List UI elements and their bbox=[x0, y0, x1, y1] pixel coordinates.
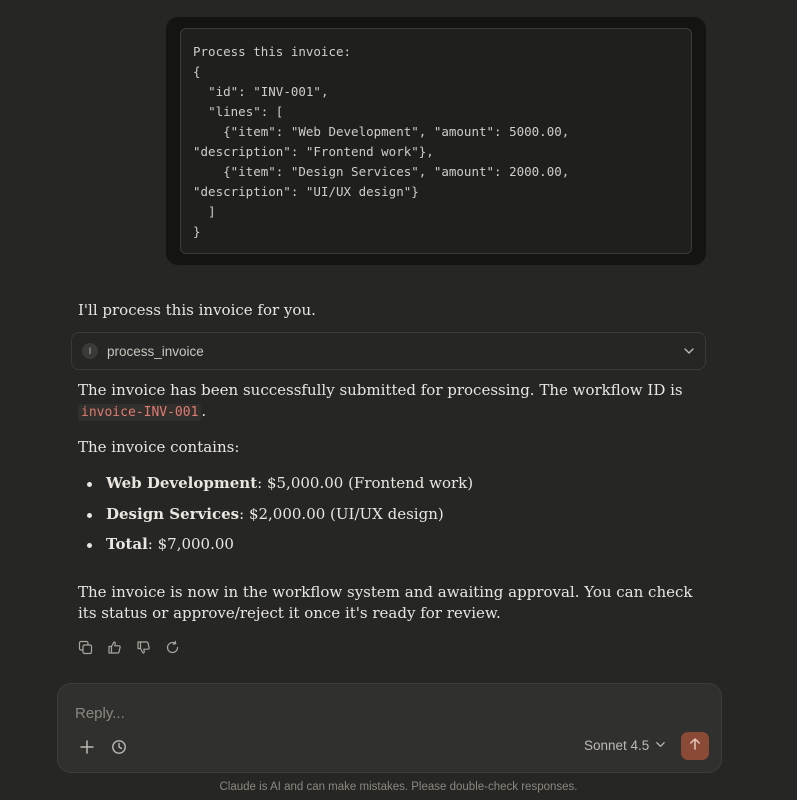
retry-icon[interactable] bbox=[164, 639, 180, 655]
invoice-line-list: Web Development: $5,000.00 (Frontend wor… bbox=[86, 474, 474, 566]
disclaimer-text: Claude is AI and can make mistakes. Plea… bbox=[219, 781, 578, 793]
list-item-text: : $5,000.00 (Frontend work) bbox=[257, 474, 474, 492]
tool-call-process-invoice[interactable]: I process_invoice bbox=[71, 332, 706, 370]
list-item-label: Web Development bbox=[106, 474, 258, 492]
history-icon[interactable] bbox=[110, 738, 128, 756]
thumbs-down-icon[interactable] bbox=[135, 639, 151, 655]
user-message-code: Process this invoice: { "id": "INV-001",… bbox=[180, 28, 692, 254]
thumbs-up-icon[interactable] bbox=[106, 639, 122, 655]
list-item: Web Development: $5,000.00 (Frontend wor… bbox=[86, 474, 474, 505]
list-item-text: : $2,000.00 (UI/UX design) bbox=[239, 504, 444, 523]
assistant-intro: I'll process this invoice for you. bbox=[78, 301, 316, 319]
assistant-paragraph-3: The invoice is now in the workflow syste… bbox=[78, 583, 693, 622]
para1-suffix: . bbox=[201, 402, 207, 420]
list-item-label: Design Services bbox=[106, 504, 240, 523]
plus-icon[interactable] bbox=[78, 738, 96, 756]
assistant-paragraph-2: The invoice contains: bbox=[78, 438, 240, 456]
list-item: Design Services: $2,000.00 (UI/UX design… bbox=[86, 504, 473, 536]
user-message-bubble: Process this invoice: { "id": "INV-001",… bbox=[166, 17, 706, 265]
tool-icon: I bbox=[82, 343, 98, 359]
model-selector[interactable]: Sonnet 4.5 bbox=[584, 738, 666, 753]
assistant-paragraph-1: The invoice has been successfully submit… bbox=[78, 380, 698, 423]
message-actions bbox=[77, 639, 180, 655]
para1-prefix: The invoice has been successfully submit… bbox=[78, 381, 683, 399]
chevron-down-icon bbox=[655, 738, 666, 753]
list-item-label: Total bbox=[106, 535, 148, 553]
reply-input[interactable] bbox=[75, 702, 575, 724]
workflow-id-code: invoice-INV-001 bbox=[78, 404, 202, 421]
send-button[interactable] bbox=[681, 732, 709, 760]
list-item: Total: $7,000.00 bbox=[86, 535, 473, 566]
model-name: Sonnet 4.5 bbox=[584, 738, 650, 753]
copy-icon[interactable] bbox=[77, 639, 93, 655]
arrow-up-icon bbox=[688, 737, 702, 756]
tool-call-name: process_invoice bbox=[107, 343, 204, 359]
list-item-text: : $7,000.00 bbox=[147, 535, 234, 553]
reply-composer: Sonnet 4.5 bbox=[57, 683, 722, 773]
chevron-down-icon[interactable] bbox=[683, 345, 695, 357]
